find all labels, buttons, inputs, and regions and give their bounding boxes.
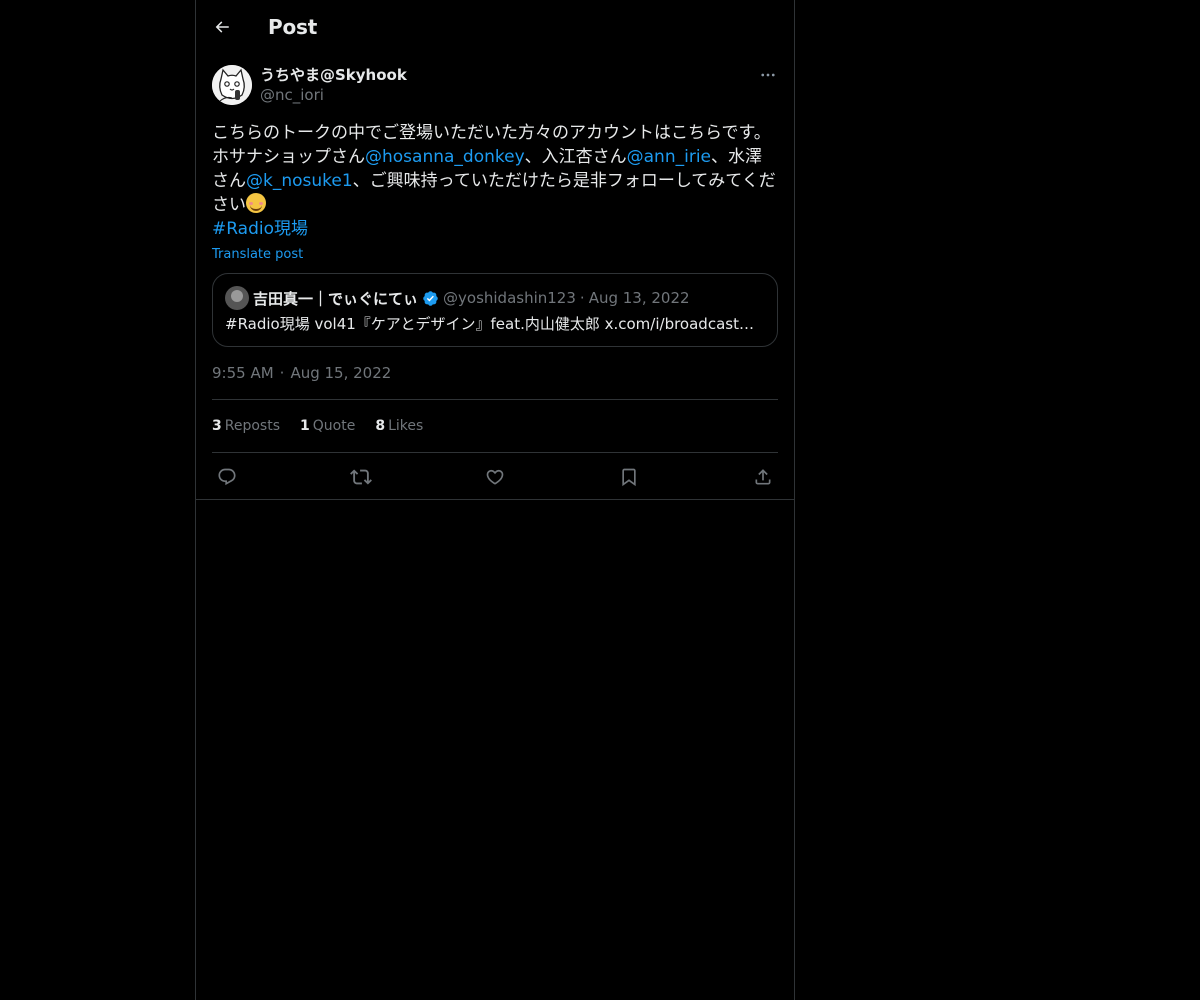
post-timestamp[interactable]: 9:55 AM · Aug 15, 2022: [212, 363, 778, 383]
author-handle[interactable]: @nc_iori: [260, 85, 407, 105]
hashtag-link[interactable]: #Radio現場: [212, 219, 308, 239]
quoted-display-name: 吉田真一｜でぃぐにてぃ: [253, 289, 419, 308]
like-icon: [486, 469, 504, 485]
separator-dot: ·: [279, 364, 285, 382]
repost-icon: [350, 469, 372, 485]
page-header: Post: [196, 0, 794, 53]
separator-dot: ·: [579, 289, 585, 307]
repost-button[interactable]: [350, 466, 372, 488]
more-icon: [761, 73, 775, 77]
author-row: うちやま@Skyhook @nc_iori: [212, 65, 778, 105]
engagement-stats: 3 Reposts 1 Quote 8 Likes: [212, 400, 778, 452]
post-bottom-divider: [196, 499, 794, 500]
reply-button[interactable]: [216, 466, 238, 488]
avatar[interactable]: [212, 65, 252, 105]
mention-link[interactable]: @k_nosuke1: [246, 171, 353, 191]
translate-post-link[interactable]: Translate post: [212, 245, 303, 265]
quoted-post-header: 吉田真一｜でぃぐにてぃ @yoshidashin123 · Aug 13, 20…: [225, 286, 765, 310]
page-title: Post: [268, 14, 318, 39]
post-text-part: ホサナショップさん: [212, 147, 365, 167]
reposts-count: 3: [212, 418, 222, 434]
quoted-date: Aug 13, 2022: [588, 289, 690, 307]
post-text: こちらのトークの中でご登場いただいた方々のアカウントはこちらです。 ホサナショッ…: [212, 121, 778, 241]
likes-stat[interactable]: 8 Likes: [375, 418, 423, 434]
back-arrow-icon: [215, 20, 229, 33]
quotes-stat[interactable]: 1 Quote: [300, 418, 355, 434]
quoted-post-card[interactable]: 吉田真一｜でぃぐにてぃ @yoshidashin123 · Aug 13, 20…: [212, 273, 778, 347]
quoted-text: #Radio現場 vol41『ケアとデザイン』feat.内山健太郎 x.com/…: [225, 315, 755, 333]
share-icon: [755, 469, 771, 485]
mention-link[interactable]: @hosanna_donkey: [365, 147, 525, 167]
quotes-count: 1: [300, 418, 310, 434]
post-text-part: 、入江杏さん: [524, 147, 627, 167]
like-button[interactable]: [484, 466, 506, 488]
quotes-label: Quote: [312, 418, 356, 434]
quoted-avatar: [225, 286, 249, 310]
mention-link[interactable]: @ann_irie: [627, 147, 711, 167]
back-button[interactable]: [212, 17, 232, 37]
post-date: Aug 15, 2022: [290, 364, 392, 382]
author-text: うちやま@Skyhook @nc_iori: [260, 65, 407, 105]
verified-badge-icon: [422, 290, 439, 307]
reply-icon: [218, 468, 236, 486]
avatar-cat-icon: [212, 65, 252, 105]
more-button[interactable]: [758, 65, 778, 85]
primary-column: Post うちやま@Skyhook @nc_iori こちらのトークの中でご登場…: [195, 0, 795, 1000]
likes-count: 8: [375, 418, 386, 434]
bookmark-icon: [622, 468, 636, 487]
bookmark-button[interactable]: [618, 466, 640, 488]
likes-label: Likes: [388, 418, 424, 434]
reposts-stat[interactable]: 3 Reposts: [212, 418, 280, 434]
post: うちやま@Skyhook @nc_iori こちらのトークの中でご登場いただいた…: [196, 65, 794, 501]
reposts-label: Reposts: [224, 418, 280, 434]
quoted-handle: @yoshidashin123: [443, 289, 576, 307]
post-text-part: こちらのトークの中でご登場いただいた方々のアカウントはこちらです。: [212, 123, 771, 143]
action-bar: [212, 453, 778, 501]
share-button[interactable]: [752, 466, 774, 488]
author-display-name[interactable]: うちやま@Skyhook: [260, 65, 407, 85]
post-time: 9:55 AM: [212, 364, 274, 382]
smiling-face-emoji-icon: [246, 193, 266, 213]
